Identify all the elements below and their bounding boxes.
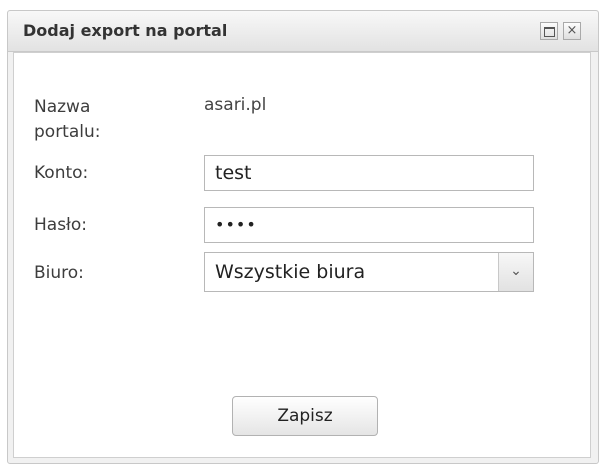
save-button[interactable]: Zapisz xyxy=(232,396,378,436)
portal-name-label-line2: portalu: xyxy=(34,122,101,142)
portal-name-label: Nazwa portalu: xyxy=(34,95,101,145)
chevron-down-icon[interactable]: ⌄ xyxy=(498,253,533,291)
office-select[interactable]: Wszystkie biura ⌄ xyxy=(204,252,534,292)
dialog-titlebar[interactable]: Dodaj export na portal × xyxy=(8,11,598,52)
password-label: Hasło: xyxy=(34,215,88,235)
office-selected-value: Wszystkie biura xyxy=(215,261,366,283)
maximize-icon[interactable] xyxy=(540,22,558,40)
account-input[interactable]: test xyxy=(204,155,534,191)
portal-name-value: asari.pl xyxy=(204,95,267,115)
close-icon[interactable]: × xyxy=(563,22,581,40)
dialog-content: Nazwa portalu: asari.pl Konto: test Hasł… xyxy=(13,52,591,458)
account-label: Konto: xyxy=(34,163,89,183)
maximize-box-glyph xyxy=(544,27,555,37)
export-dialog: Dodaj export na portal × Nazwa portalu: … xyxy=(7,10,599,464)
portal-name-label-line1: Nazwa xyxy=(34,97,91,117)
office-label: Biuro: xyxy=(34,263,84,283)
dialog-title: Dodaj export na portal xyxy=(23,21,228,40)
password-input[interactable]: •••• xyxy=(204,207,534,243)
